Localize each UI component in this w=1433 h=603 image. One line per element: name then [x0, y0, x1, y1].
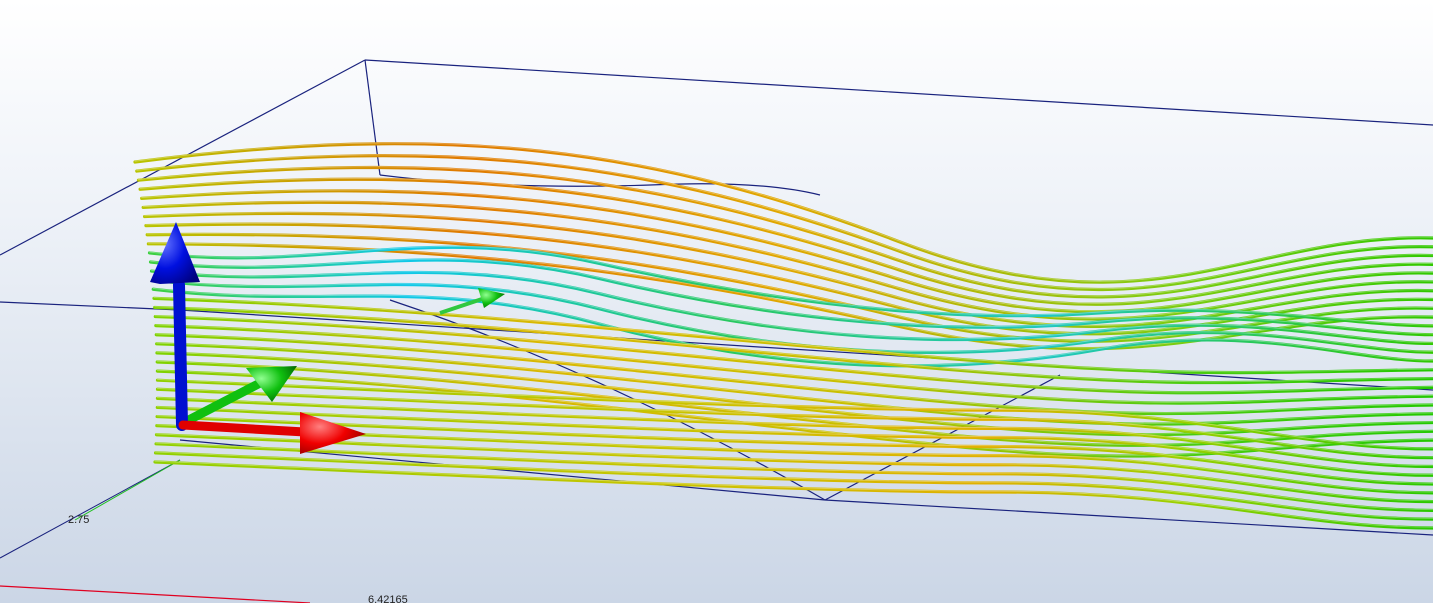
- 3d-viewport[interactable]: 2.75 6.42165: [0, 0, 1433, 603]
- flow-direction-arrow-icon: [439, 288, 505, 315]
- streamline: [153, 460, 1433, 530]
- x-tick-label: 6.42165: [368, 594, 408, 603]
- ground-axes: 2.75 6.42165: [0, 459, 408, 603]
- streamline-highlight: [138, 166, 1433, 297]
- flow-scene[interactable]: 2.75 6.42165: [0, 0, 1433, 603]
- streamline: [140, 189, 1433, 314]
- streamline: [142, 211, 1433, 329]
- streamlines: [133, 142, 1433, 530]
- streamline: [136, 165, 1433, 299]
- y-tick-label: 2.75: [68, 514, 89, 526]
